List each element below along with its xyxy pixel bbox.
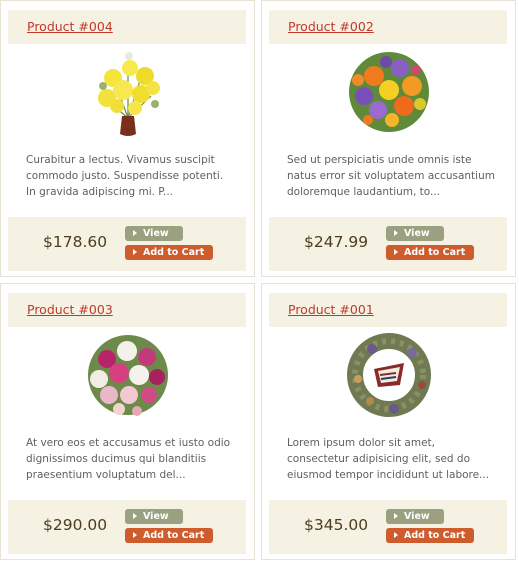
product-card: Product #004 Curabitur a lectus. Vivamus… (0, 0, 255, 277)
view-button[interactable]: View (125, 226, 183, 241)
product-title-link[interactable]: Product #001 (288, 302, 374, 317)
arrow-right-icon (394, 532, 398, 538)
product-image-pink-white-bouquet[interactable] (73, 329, 183, 421)
product-card-header: Product #001 (269, 293, 507, 327)
arrow-right-icon (133, 532, 137, 538)
product-title-link[interactable]: Product #003 (27, 302, 113, 317)
view-button[interactable]: View (386, 509, 444, 524)
product-card-footer: $178.60 View Add to Cart (8, 217, 246, 271)
product-title-link[interactable]: Product #004 (27, 19, 113, 34)
product-image-wreath[interactable] (334, 329, 444, 421)
product-description: Curabitur a lectus. Vivamus suscipit com… (26, 154, 224, 198)
product-card-header: Product #004 (8, 10, 246, 44)
product-price: $290.00 (43, 516, 108, 534)
product-card-footer: $290.00 View Add to Cart (8, 500, 246, 554)
arrow-right-icon (394, 513, 398, 519)
product-description: Lorem ipsum dolor sit amet, consectetur … (287, 437, 490, 481)
add-to-cart-button[interactable]: Add to Cart (386, 245, 474, 260)
arrow-right-icon (394, 249, 398, 255)
product-card: Product #003 At vero eos et accusamus et… (0, 283, 255, 560)
product-card-footer: $247.99 View Add to Cart (269, 217, 507, 271)
product-title-link[interactable]: Product #002 (288, 19, 374, 34)
product-price: $178.60 (43, 233, 108, 251)
view-button[interactable]: View (125, 509, 183, 524)
product-card: Product #001 Lorem ipsum dolor sit amet,… (261, 283, 516, 560)
arrow-right-icon (394, 230, 398, 236)
view-button[interactable]: View (386, 226, 444, 241)
product-description: At vero eos et accusamus et iusto odio d… (26, 437, 231, 481)
product-card: Product #002 Sed ut perspiciatis unde om… (261, 0, 516, 277)
product-card-footer: $345.00 View Add to Cart (269, 500, 507, 554)
arrow-right-icon (133, 230, 137, 236)
add-to-cart-button[interactable]: Add to Cart (125, 245, 213, 260)
product-grid: Product #004 Curabitur a lectus. Vivamus… (0, 0, 519, 562)
product-image-yellow-daisies[interactable] (73, 46, 183, 138)
product-price: $247.99 (304, 233, 369, 251)
product-image-mixed-bouquet[interactable] (334, 46, 444, 138)
product-price: $345.00 (304, 516, 369, 534)
arrow-right-icon (133, 513, 137, 519)
product-description: Sed ut perspiciatis unde omnis iste natu… (287, 154, 495, 198)
add-to-cart-button[interactable]: Add to Cart (386, 528, 474, 543)
product-card-header: Product #002 (269, 10, 507, 44)
add-to-cart-button[interactable]: Add to Cart (125, 528, 213, 543)
product-card-header: Product #003 (8, 293, 246, 327)
arrow-right-icon (133, 249, 137, 255)
